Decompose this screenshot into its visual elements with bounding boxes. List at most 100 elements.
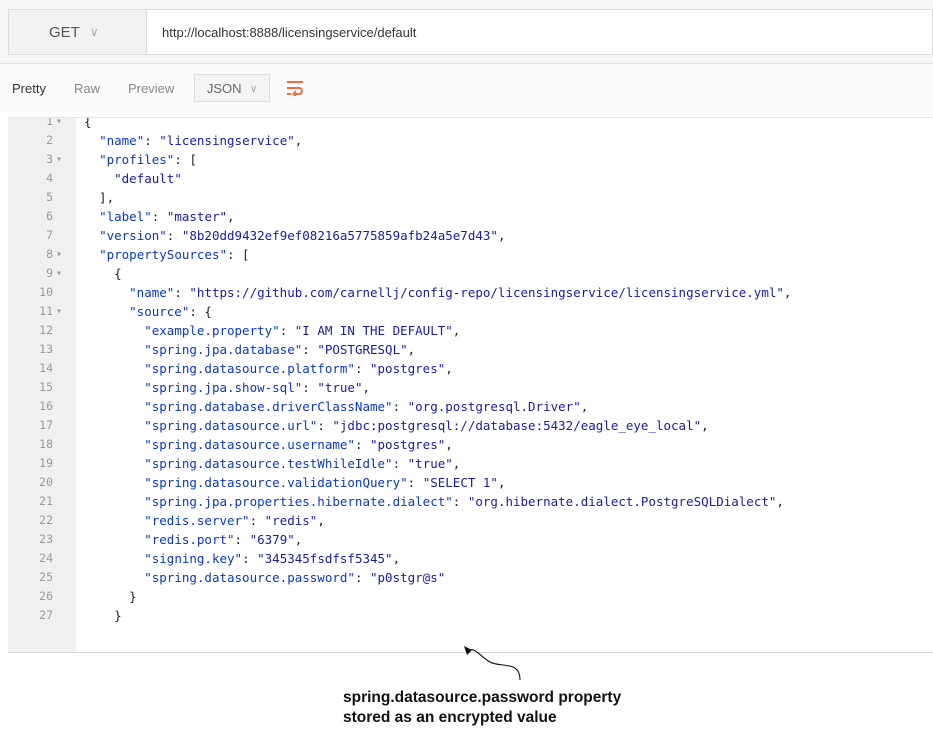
code-line: 14 "spring.datasource.platform": "postgr… <box>8 359 933 378</box>
json-punct: : [ <box>227 247 250 262</box>
line-number: 27 <box>39 608 53 622</box>
json-punct: , <box>392 551 401 566</box>
json-value: "redis" <box>264 513 318 528</box>
json-punct: : <box>452 494 468 509</box>
line-number: 12 <box>39 323 53 337</box>
line-number: 23 <box>39 532 53 546</box>
tab-pretty[interactable]: Pretty <box>0 81 60 96</box>
json-punct: } <box>84 589 137 604</box>
code-text: "spring.datasource.url": "jdbc:postgresq… <box>84 416 708 435</box>
json-punct <box>84 513 144 528</box>
json-punct <box>84 323 144 338</box>
annotation-callout: spring.datasource.password property stor… <box>343 688 621 728</box>
json-punct: : <box>151 209 167 224</box>
response-toolbar: Pretty Raw Preview JSON ∨ <box>0 64 933 112</box>
json-punct <box>84 532 144 547</box>
line-number: 18 <box>39 437 53 451</box>
code-text: "source": { <box>84 302 212 321</box>
json-key: "spring.jpa.properties.hibernate.dialect… <box>144 494 453 509</box>
json-punct: : <box>392 456 408 471</box>
line-number: 20 <box>39 475 53 489</box>
method-label: GET <box>49 23 80 41</box>
url-input[interactable]: http://localhost:8888/licensingservice/d… <box>146 9 933 55</box>
code-line: 3 ▾ "profiles": [ <box>8 150 933 169</box>
fold-toggle-icon[interactable]: ▾ <box>56 264 62 283</box>
json-punct <box>84 304 129 319</box>
json-key: "propertySources" <box>99 247 227 262</box>
json-value: "345345fsdfsf5345" <box>257 551 393 566</box>
tab-preview[interactable]: Preview <box>114 81 188 96</box>
json-punct: , <box>294 133 303 148</box>
json-key: "label" <box>99 209 152 224</box>
json-value: "https://github.com/carnellj/config-repo… <box>189 285 784 300</box>
tab-raw[interactable]: Raw <box>60 81 114 96</box>
json-punct: : [ <box>174 152 197 167</box>
code-line: 9 ▾ { <box>8 264 933 283</box>
line-number: 8 <box>46 247 53 261</box>
json-key: "spring.datasource.validationQuery" <box>144 475 408 490</box>
wrap-lines-icon[interactable] <box>284 77 306 99</box>
json-punct: : <box>354 437 370 452</box>
json-value: "jdbc:postgresql://database:5432/eagle_e… <box>332 418 702 433</box>
annotation-line-2: stored as an encrypted value <box>343 709 557 726</box>
code-text: "spring.datasource.platform": "postgres"… <box>84 359 453 378</box>
code-line: 23 "redis.port": "6379", <box>8 530 933 549</box>
code-line: 16 "spring.database.driverClassName": "o… <box>8 397 933 416</box>
json-punct <box>84 475 144 490</box>
json-value: "org.hibernate.dialect.PostgreSQLDialect… <box>467 494 777 509</box>
json-key: "example.property" <box>144 323 280 338</box>
response-body[interactable]: 1 ▾{2 "name": "licensingservice", 3 ▾ "prof… <box>8 117 933 653</box>
code-text: "spring.jpa.show-sql": "true", <box>84 378 370 397</box>
json-punct <box>84 456 144 471</box>
method-select[interactable]: GET ∨ <box>8 9 146 55</box>
code-text: "spring.database.driverClassName": "org.… <box>84 397 588 416</box>
line-number: 3 <box>46 152 53 166</box>
fold-toggle-icon[interactable]: ▾ <box>56 118 62 131</box>
code-line: 6 "label": "master", <box>8 207 933 226</box>
fold-toggle-icon[interactable]: ▾ <box>56 302 62 321</box>
code-text: { <box>84 264 122 283</box>
json-punct <box>84 342 144 357</box>
line-number: 19 <box>39 456 53 470</box>
code-text: "propertySources": [ <box>84 245 250 264</box>
json-punct: : <box>242 551 258 566</box>
code-line: 13 "spring.jpa.database": "POSTGRESQL", <box>8 340 933 359</box>
json-punct: : <box>166 228 182 243</box>
code-text: "signing.key": "345345fsdfsf5345", <box>84 549 400 568</box>
fold-toggle-icon[interactable]: ▾ <box>56 150 62 169</box>
code-text: { <box>84 118 92 131</box>
line-number: 2 <box>46 133 53 147</box>
json-value: "true" <box>407 456 453 471</box>
json-value: "6379" <box>249 532 295 547</box>
code-line: 19 "spring.datasource.testWhileIdle": "t… <box>8 454 933 473</box>
json-punct <box>84 285 129 300</box>
code-line: 1 ▾ { <box>8 118 933 131</box>
json-punct <box>84 228 99 243</box>
json-punct <box>84 152 99 167</box>
json-punct: : <box>249 513 265 528</box>
json-key: "spring.jpa.show-sql" <box>144 380 303 395</box>
json-punct: , <box>497 475 506 490</box>
json-value: "SELECT 1" <box>422 475 498 490</box>
json-value: "I AM IN THE DEFAULT" <box>294 323 453 338</box>
json-value: "postgres" <box>370 361 446 376</box>
line-number: 14 <box>39 361 53 375</box>
json-punct: , <box>452 456 461 471</box>
code-line: 2 "name": "licensingservice", <box>8 131 933 150</box>
code-line: 22 "redis.server": "redis", <box>8 511 933 530</box>
code-text: "redis.server": "redis", <box>84 511 325 530</box>
json-punct <box>84 361 144 376</box>
json-punct: , <box>776 494 784 509</box>
line-number: 13 <box>39 342 53 356</box>
json-punct: : <box>302 380 318 395</box>
json-punct: : <box>354 570 370 585</box>
code-text: "example.property": "I AM IN THE DEFAULT… <box>84 321 460 340</box>
json-punct <box>84 570 144 585</box>
format-select[interactable]: JSON ∨ <box>194 74 271 102</box>
fold-toggle-icon[interactable]: ▾ <box>56 245 62 264</box>
json-punct: : <box>174 285 190 300</box>
code-text: "spring.datasource.validationQuery": "SE… <box>84 473 505 492</box>
code-text: "name": "licensingservice", <box>84 131 302 150</box>
json-punct: } <box>84 608 122 623</box>
line-number: 10 <box>39 285 53 299</box>
